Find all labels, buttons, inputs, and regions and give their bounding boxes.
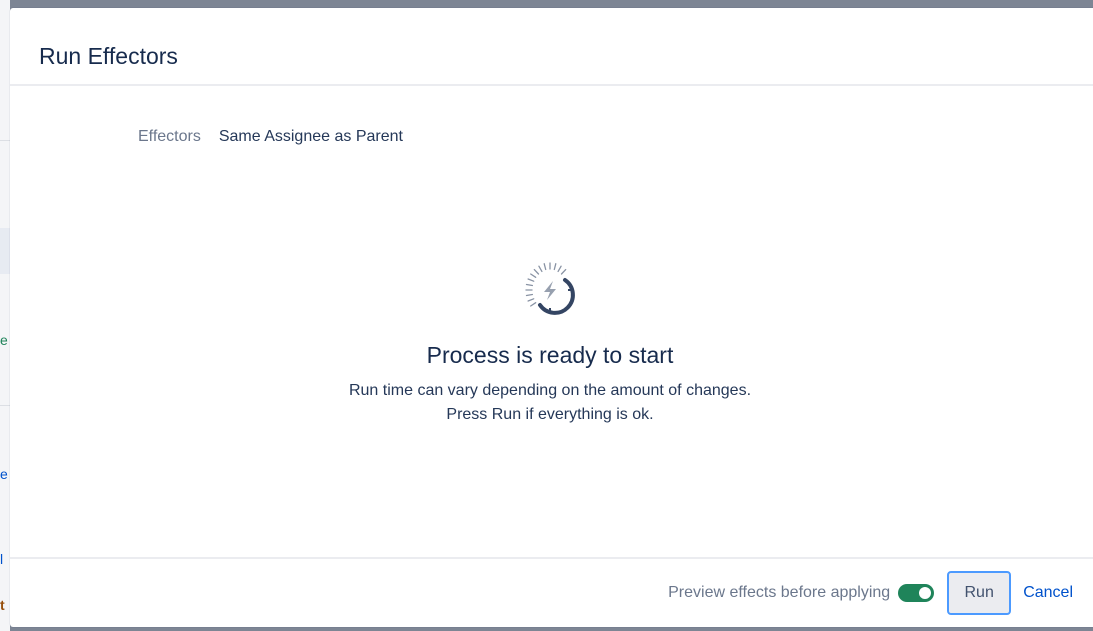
highlight-band bbox=[0, 228, 10, 274]
effectors-value: Same Assignee as Parent bbox=[218, 128, 403, 145]
preview-effects-toggle[interactable] bbox=[898, 584, 935, 602]
lightning-progress-icon bbox=[525, 262, 575, 315]
background-page: e e l t bbox=[0, 0, 10, 631]
status-description: Run time can vary depending on the amoun… bbox=[348, 382, 752, 399]
divider bbox=[0, 405, 10, 406]
status-title: Process is ready to start bbox=[426, 342, 674, 368]
background-text: t bbox=[0, 597, 5, 613]
background-text: e bbox=[0, 332, 8, 348]
dialog-footer: Preview effects before applying Run Canc… bbox=[10, 557, 1093, 627]
divider bbox=[0, 140, 10, 141]
status-hint: Press Run if everything is ok. bbox=[446, 406, 654, 423]
background-text: l bbox=[0, 551, 4, 567]
background-text: e bbox=[0, 466, 8, 482]
effectors-field: Effectors Same Assignee as Parent bbox=[138, 128, 403, 146]
preview-effects-label: Preview effects before applying bbox=[668, 584, 891, 601]
toggle-knob bbox=[919, 587, 932, 599]
dialog-header: Run Effectors bbox=[10, 8, 1093, 86]
effectors-label: Effectors bbox=[138, 128, 201, 145]
run-effectors-dialog: Run Effectors Effectors Same Assignee as… bbox=[10, 8, 1093, 627]
run-button[interactable]: Run bbox=[947, 571, 1012, 615]
process-status: Process is ready to start Run time can v… bbox=[10, 248, 1090, 427]
cancel-button[interactable]: Cancel bbox=[1015, 584, 1081, 602]
dialog-title: Run Effectors bbox=[39, 42, 178, 69]
